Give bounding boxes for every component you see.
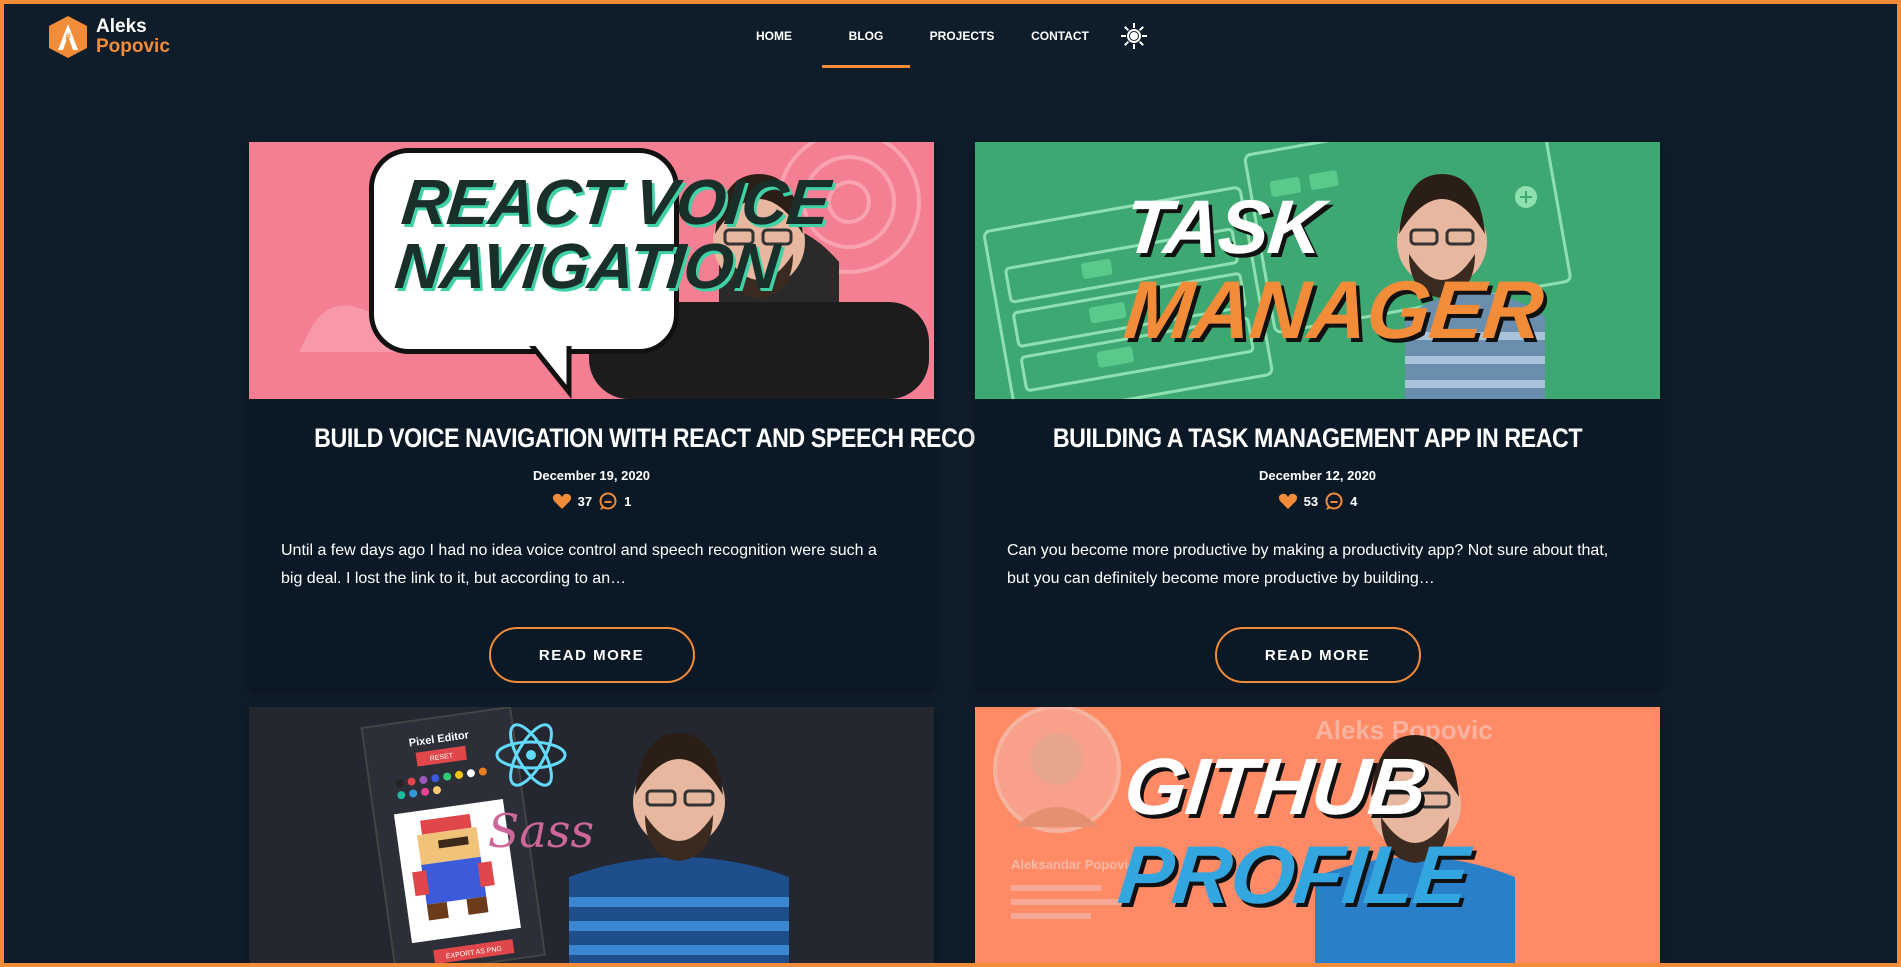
banner-title-line-1: TASK xyxy=(1120,185,1327,270)
post-card: REACT VOICE NAVIGATION Build Voice Navig… xyxy=(249,142,1069,688)
heart-icon xyxy=(1278,493,1297,509)
post-title[interactable]: Build Voice Navigation with React and Sp… xyxy=(314,423,1069,454)
comments-stat: 4 xyxy=(1324,491,1357,511)
nav-home[interactable]: HOME xyxy=(740,4,808,68)
post-stats: 53 4 xyxy=(975,491,1660,511)
likes-stat: 53 xyxy=(1278,491,1318,511)
banner-title: REACT VOICE NAVIGATION xyxy=(391,166,833,302)
comments-stat: 1 xyxy=(598,491,631,511)
post-body: Building a Task Management App in React … xyxy=(975,423,1660,683)
sun-icon xyxy=(1121,23,1147,49)
banner-title-line-1: GITHUB xyxy=(1120,742,1431,831)
banner-title-line-2: MANAGER xyxy=(1120,265,1547,356)
post-excerpt: Can you become more productive by making… xyxy=(1007,542,1609,587)
logo-badge-icon: # xyxy=(49,16,87,58)
post-card: Pixel Editor RESET EXPORT AS PNG Sass xyxy=(249,707,934,963)
post-card: TASK MANAGER Building a Task Management … xyxy=(975,142,1660,688)
post-excerpt: Until a few days ago I had no idea voice… xyxy=(281,542,877,587)
post-stats: 37 1 xyxy=(249,491,934,511)
site-logo[interactable]: # Aleks Popovic xyxy=(46,14,170,60)
banner-title-line-2: PROFILE xyxy=(1114,830,1473,921)
post-thumbnail[interactable]: Aleks Popovic Aleksandar Popović GITHUB … xyxy=(975,707,1660,963)
page-frame: # Aleks Popovic HOME BLOG PROJECTS CONTA… xyxy=(0,0,1901,967)
post-thumbnail[interactable]: TASK MANAGER xyxy=(975,142,1660,399)
post-card: Aleks Popovic Aleksandar Popović GITHUB … xyxy=(975,707,1660,963)
github-banner-username: Aleksandar Popović xyxy=(1011,857,1135,872)
post-body: Build Voice Navigation with React and Sp… xyxy=(249,423,1069,683)
post-title[interactable]: Building a Task Management App in React xyxy=(1040,423,1595,454)
nav-contact[interactable]: CONTACT xyxy=(1020,4,1100,68)
read-more-button[interactable]: READ MORE xyxy=(1214,627,1421,683)
banner-line-2: NAVIGATION xyxy=(391,230,782,302)
comment-icon xyxy=(599,492,617,510)
post-thumbnail[interactable]: REACT VOICE NAVIGATION xyxy=(249,142,934,399)
nav-projects[interactable]: PROJECTS xyxy=(920,4,1004,68)
logo-last-name: Popovic xyxy=(96,36,170,57)
pixel-editor-banner-art: Pixel Editor RESET EXPORT AS PNG Sass xyxy=(360,707,789,963)
theme-toggle-button[interactable] xyxy=(1114,4,1154,68)
banner-line-1: REACT VOICE xyxy=(398,166,833,238)
comments-count: 1 xyxy=(624,493,632,509)
post-date: December 12, 2020 xyxy=(1258,468,1377,483)
post-thumbnail[interactable]: Pixel Editor RESET EXPORT AS PNG Sass xyxy=(249,707,934,963)
likes-count: 37 xyxy=(577,493,593,509)
comments-count: 4 xyxy=(1350,493,1358,509)
logo-first-name: Aleks xyxy=(96,16,147,37)
svg-text:#: # xyxy=(65,32,71,43)
main-nav: HOME BLOG PROJECTS CONTACT xyxy=(740,4,1154,68)
read-more-button[interactable]: READ MORE xyxy=(488,627,695,683)
likes-stat: 37 xyxy=(552,491,592,511)
heart-icon xyxy=(552,493,571,509)
post-date: December 19, 2020 xyxy=(532,468,651,483)
comment-icon xyxy=(1325,492,1343,510)
likes-count: 53 xyxy=(1303,493,1319,509)
nav-blog[interactable]: BLOG xyxy=(822,4,910,68)
sass-logo-text: Sass xyxy=(488,804,594,858)
